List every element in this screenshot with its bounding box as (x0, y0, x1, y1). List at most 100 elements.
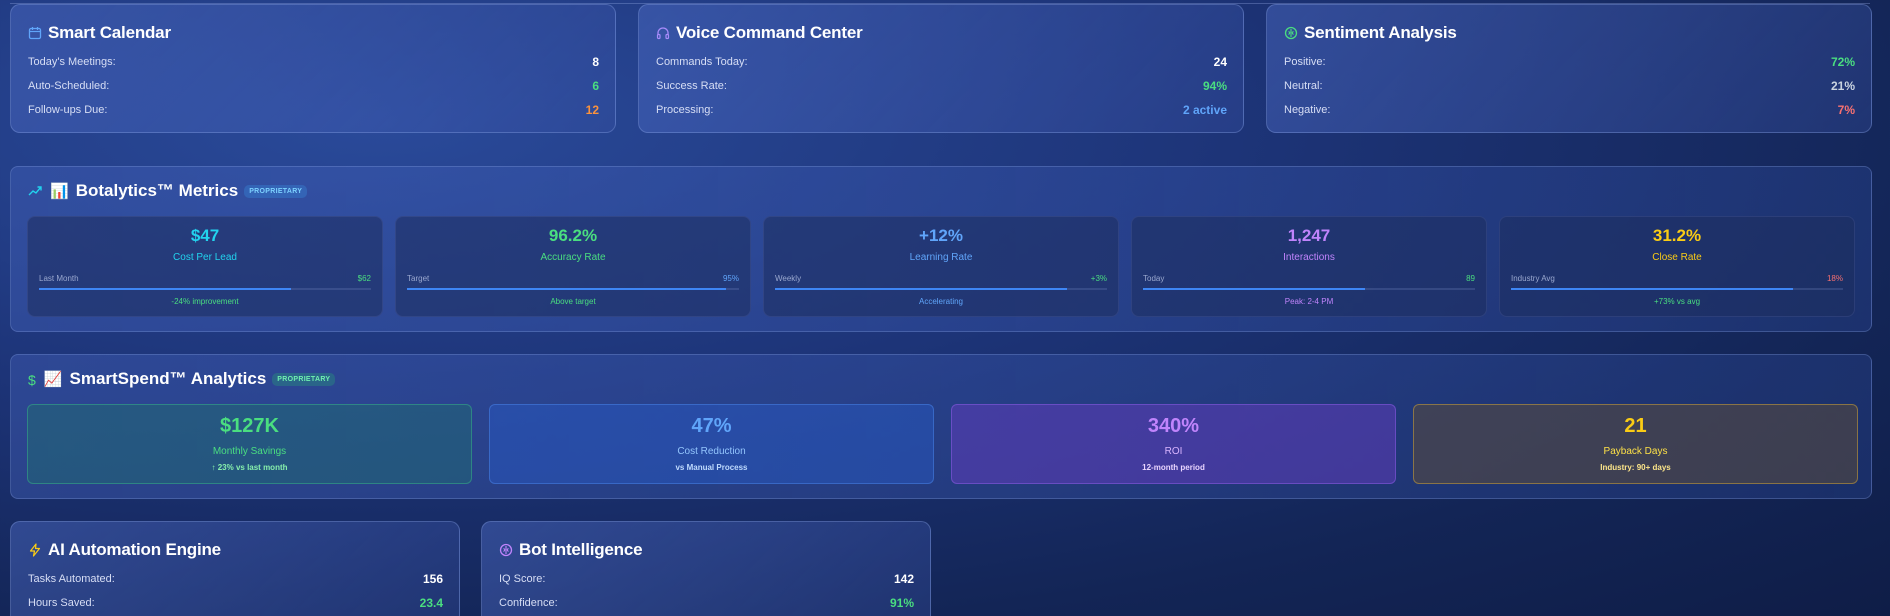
metric-note: Peak: 2-4 PM (1284, 297, 1334, 306)
dollar-icon: $ (28, 372, 36, 388)
row-value: 2 active (1182, 103, 1227, 117)
card-title-text: AI Automation Engine (48, 540, 221, 559)
smart-calendar-card: Smart Calendar Today's Meetings: 8 Auto-S… (10, 4, 616, 133)
metric-name: Interactions (1283, 252, 1335, 263)
progress-bar (1143, 288, 1475, 290)
ai-automation-card: AI Automation Engine Tasks Automated: 156… (10, 521, 460, 616)
headphones-icon (656, 27, 670, 40)
iq-score-row: IQ Score: 142 (499, 572, 914, 586)
lightning-icon (29, 543, 41, 557)
progress-fill (39, 288, 292, 290)
brain-icon (499, 543, 513, 557)
row-label: Tasks Automated: (28, 573, 115, 585)
metric-card-close-rate: 31.2% Close Rate Industry Avg 18% +73% vs… (1499, 216, 1855, 317)
savings-value: $127K (220, 415, 279, 437)
row-value: 21% (1830, 79, 1855, 93)
card-title: Bot Intelligence (499, 540, 643, 560)
row-label: IQ Score: (499, 573, 546, 585)
card-title-text: Bot Intelligence (519, 540, 643, 559)
metric-sub-label: Target (407, 274, 430, 283)
success-rate-row: Success Rate: 94% (656, 79, 1227, 93)
metric-sub-label: Industry Avg (1511, 274, 1555, 283)
chart-increasing-emoji-icon: 📈 (43, 371, 63, 388)
payback-card: 21 Payback Days Industry: 90+ days (1413, 404, 1858, 484)
metric-sub-label: Weekly (775, 274, 802, 283)
metric-note: -24% improvement (171, 297, 239, 306)
payback-note: Industry: 90+ days (1600, 463, 1671, 472)
bot-intelligence-card: Bot Intelligence IQ Score: 142 Confidence… (481, 521, 931, 616)
row-value: 94% (1202, 79, 1227, 93)
row-label: Follow-ups Due: (28, 104, 108, 116)
payback-value: 21 (1624, 415, 1647, 437)
metric-name: Cost Per Lead (173, 252, 237, 263)
progress-bar (1511, 288, 1843, 290)
metric-sub-label: Last Month (39, 274, 79, 283)
progress-bar (39, 288, 371, 290)
row-label: Commands Today: (656, 56, 748, 68)
row-value: 142 (893, 572, 914, 586)
card-title: AI Automation Engine (28, 540, 221, 560)
card-title: Sentiment Analysis (1284, 23, 1457, 43)
progress-fill (407, 288, 726, 290)
progress-fill (1511, 288, 1794, 290)
metric-value: $47 (190, 226, 220, 245)
botalytics-section: 📊 Botalytics™ Metrics PROPRIETARY $47 Co… (10, 166, 1872, 332)
row-value: 156 (422, 572, 443, 586)
metric-sub: Today 89 (1143, 274, 1475, 283)
card-title: Smart Calendar (28, 23, 171, 43)
metric-note: Accelerating (918, 297, 964, 306)
processing-row: Processing: 2 active (656, 103, 1227, 117)
proprietary-badge: PROPRIETARY (244, 184, 308, 198)
cost-reduction-card: 47% Cost Reduction vs Manual Process (489, 404, 934, 484)
roi-card: 340% ROI 12-month period (951, 404, 1396, 484)
metric-sub-value: 89 (1466, 274, 1475, 283)
savings-card: $127K Monthly Savings ↑ 23% vs last mont… (27, 404, 472, 484)
row-value: 23.4 (419, 596, 443, 610)
savings-name: Monthly Savings (212, 446, 287, 457)
negative-row: Negative: 7% (1284, 103, 1855, 117)
progress-bar (407, 288, 739, 290)
progress-fill (1143, 288, 1366, 290)
row-label: Processing: (656, 104, 714, 116)
row-label: Negative: (1284, 104, 1331, 116)
confidence-row: Confidence: 91% (499, 596, 914, 610)
auto-scheduled-row: Auto-Scheduled: 6 (28, 79, 599, 93)
smartspend-section: $ 📈 SmartSpend™ Analytics PROPRIETARY $1… (10, 354, 1872, 499)
metric-name: Close Rate (1652, 252, 1702, 263)
cost-reduction-note: vs Manual Process (675, 463, 748, 472)
brain-icon (1284, 26, 1298, 40)
row-value: 7% (1837, 103, 1855, 117)
metric-sub-value: $62 (357, 274, 371, 283)
neutral-row: Neutral: 21% (1284, 79, 1855, 93)
metric-value: 96.2% (548, 226, 598, 245)
roi-note: 12-month period (1142, 463, 1205, 472)
hours-saved-row: Hours Saved: 23.4 (28, 596, 443, 610)
row-value: 8 (592, 55, 599, 69)
row-value: 6 (592, 79, 599, 93)
roi-value: 340% (1147, 415, 1200, 437)
follow-ups-row: Follow-ups Due: 12 (28, 103, 599, 117)
metric-sub-label: Today (1143, 274, 1165, 283)
row-label: Confidence: (499, 597, 558, 609)
row-label: Hours Saved: (28, 597, 95, 609)
row-value: 72% (1830, 55, 1855, 69)
positive-row: Positive: 72% (1284, 55, 1855, 69)
cost-reduction-value: 47% (691, 415, 732, 437)
metric-note: Above target (550, 297, 596, 306)
metric-sub: Industry Avg 18% (1511, 274, 1843, 283)
metric-value: 1,247 (1287, 226, 1331, 245)
card-title-text: Smart Calendar (48, 23, 171, 42)
calendar-icon (28, 27, 42, 40)
tasks-automated-row: Tasks Automated: 156 (28, 572, 443, 586)
row-label: Positive: (1284, 56, 1326, 68)
metric-name: Accuracy Rate (540, 252, 606, 263)
progress-bar (775, 288, 1107, 290)
metric-sub-value: 95% (722, 274, 739, 283)
metric-sub-value: 18% (1826, 274, 1843, 283)
metric-sub: Last Month $62 (39, 274, 371, 283)
section-title: $ 📈 SmartSpend™ Analytics PROPRIETARY (28, 369, 336, 389)
row-value: 91% (889, 596, 914, 610)
card-title-text: Sentiment Analysis (1304, 23, 1457, 42)
metric-note: +73% vs avg (1653, 297, 1701, 306)
cost-reduction-name: Cost Reduction (677, 446, 746, 457)
